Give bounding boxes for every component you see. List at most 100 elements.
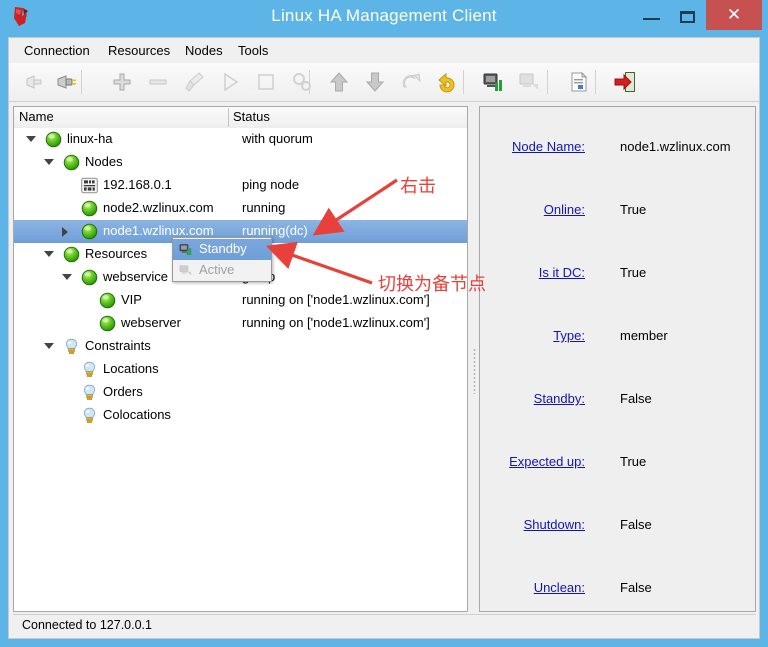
tree-row[interactable]: Colocations [14, 404, 467, 427]
bulb-icon [81, 361, 98, 378]
green-ball-icon [81, 200, 98, 217]
tree-row[interactable]: Locations [14, 358, 467, 381]
tree-row-name: webservice [103, 269, 169, 284]
green-ball-icon [99, 315, 116, 332]
quit-button[interactable] [611, 68, 639, 96]
tree-row-name: node1.wzlinux.com [103, 223, 214, 238]
green-ball-icon [63, 154, 80, 171]
tree-row-name: Constraints [85, 338, 151, 353]
toolbar-separator [463, 70, 464, 94]
tree-row-name: 192.168.0.1 [103, 177, 172, 192]
menu-tools[interactable]: Tools [233, 42, 273, 60]
cleanup-button[interactable] [180, 68, 208, 96]
tree-row[interactable]: Nodes [14, 151, 467, 174]
detail-label-link[interactable]: Unclean: [534, 580, 585, 595]
manage-button[interactable] [288, 68, 316, 96]
green-ball-icon [81, 269, 98, 286]
tree-row[interactable]: linux-ha with quorum [14, 128, 467, 151]
tree-row-name: Nodes [85, 154, 123, 169]
tree-body: linux-ha with quorum Nodes 192.168.0.1 ping … [14, 128, 467, 611]
minus-icon [149, 79, 167, 85]
context-menu-item-active[interactable]: Active [173, 260, 271, 281]
move-down-button[interactable] [361, 68, 389, 96]
node-detail-panel: Node Name: node1.wzlinux.com Online: True Is… [479, 106, 756, 612]
tree-row-status: with quorum [242, 131, 313, 146]
stop-square-icon [258, 74, 274, 90]
menu-connection[interactable]: Connection [19, 42, 95, 60]
application-window: Linux HA Management Client ✕ Connection … [0, 0, 768, 647]
detail-value: True [620, 265, 647, 280]
tree-row[interactable]: Orders [14, 381, 467, 404]
detail-label-link[interactable]: Expected up: [509, 454, 585, 469]
bulb-icon [83, 384, 96, 400]
context-menu-label: Standby [199, 241, 247, 256]
menubar: Connection Resources Nodes Tools [9, 38, 759, 64]
node-standby-icon [179, 244, 192, 256]
menu-nodes[interactable]: Nodes [180, 42, 228, 60]
context-menu-item-standby[interactable]: Standby [173, 239, 271, 260]
green-ball-icon [81, 200, 98, 217]
green-ball-icon [81, 223, 98, 240]
detail-label-link[interactable]: Is it DC: [539, 265, 585, 280]
arrow-down-icon [365, 72, 385, 92]
menu-resources[interactable]: Resources [103, 42, 175, 60]
tree-row[interactable]: node2.wzlinux.com running [14, 197, 467, 220]
tree-row-name: node2.wzlinux.com [103, 200, 214, 215]
minimize-button[interactable] [634, 0, 670, 30]
detail-label-link[interactable]: Type: [553, 328, 585, 343]
remove-button[interactable] [144, 68, 172, 96]
bulb-icon [81, 407, 98, 424]
gears-icon [293, 73, 311, 91]
migrate-button[interactable] [397, 68, 425, 96]
detail-row: Unclean: False [480, 580, 755, 604]
add-button[interactable] [108, 68, 136, 96]
detail-row: Node Name: node1.wzlinux.com [480, 139, 755, 163]
detail-row: Standby: False [480, 391, 755, 415]
chevron-down-icon[interactable] [62, 274, 72, 280]
tree-row-name: Orders [103, 384, 143, 399]
detail-value: True [620, 202, 647, 217]
column-header-name[interactable]: Name [19, 109, 54, 124]
column-header-status[interactable]: Status [233, 109, 270, 124]
connect-button[interactable] [53, 68, 81, 96]
titlebar: Linux HA Management Client ✕ [0, 0, 768, 37]
statusbar: Connected to 127.0.0.1 [13, 614, 756, 636]
chevron-right-icon[interactable] [62, 227, 68, 237]
detail-row: Type: member [480, 328, 755, 352]
close-button[interactable]: ✕ [706, 0, 762, 30]
revert-button[interactable] [433, 68, 461, 96]
node-context-menu[interactable]: Standby Active [172, 237, 272, 282]
tree-row-status: running on ['node1.wzlinux.com'] [242, 315, 430, 330]
column-divider[interactable] [228, 108, 229, 127]
stop-button[interactable] [252, 68, 280, 96]
chevron-down-icon[interactable] [44, 251, 54, 257]
standby-button[interactable] [479, 68, 507, 96]
tree-row-name: Colocations [103, 407, 171, 422]
annotation-switch-standby: 切换为备节点 [378, 274, 486, 295]
green-ball-icon [45, 131, 62, 148]
splitter-grip-icon[interactable] [473, 348, 476, 394]
green-ball-icon [99, 292, 116, 309]
start-button[interactable] [216, 68, 244, 96]
detail-label-link[interactable]: Online: [544, 202, 585, 217]
chevron-down-icon[interactable] [26, 136, 36, 142]
tree-row[interactable]: Constraints [14, 335, 467, 358]
chevron-down-icon[interactable] [44, 159, 54, 165]
chevron-down-icon[interactable] [44, 343, 54, 349]
tree-row[interactable]: webserver running on ['node1.wzlinux.com'… [14, 312, 467, 335]
report-button[interactable] [565, 68, 593, 96]
detail-label-link[interactable]: Shutdown: [524, 517, 585, 532]
node-active-icon [179, 265, 192, 276]
tree-row-status: ping node [242, 177, 300, 192]
toolbar-separator [81, 70, 82, 94]
ping-node-icon [81, 177, 98, 194]
arrow-curve-icon [402, 73, 421, 88]
toolbar-separator [595, 70, 596, 94]
maximize-button[interactable] [670, 0, 706, 30]
disconnect-button[interactable] [21, 68, 49, 96]
green-ball-icon [81, 269, 98, 286]
detail-label-link[interactable]: Node Name: [512, 139, 585, 154]
active-button[interactable] [515, 68, 543, 96]
detail-label-link[interactable]: Standby: [534, 391, 585, 406]
move-up-button[interactable] [325, 68, 353, 96]
